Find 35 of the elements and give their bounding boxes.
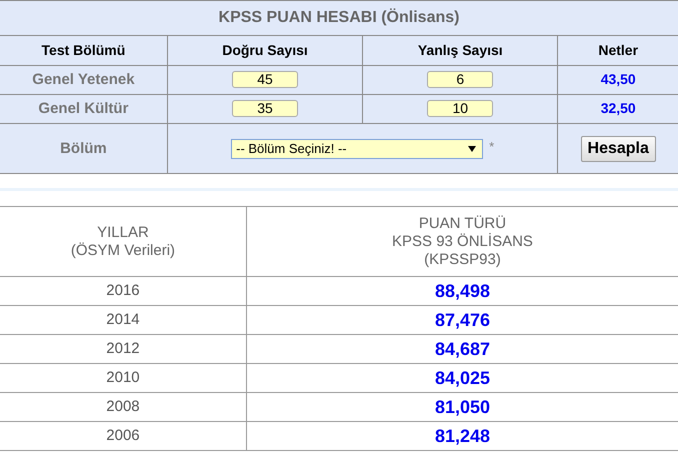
score-value: 84,687 bbox=[434, 338, 490, 358]
column-header: Yanlış Sayısı bbox=[418, 42, 503, 58]
department-label: Bölüm bbox=[60, 140, 107, 156]
wrong-count-field[interactable]: 10 bbox=[427, 100, 494, 117]
score-value: 84,025 bbox=[434, 368, 490, 388]
calculator-title: KPSS PUAN HESABI (Önlisans) bbox=[218, 9, 460, 26]
score-value: 81,248 bbox=[434, 426, 490, 446]
year: 2010 bbox=[106, 369, 140, 386]
wrong-count-field[interactable]: 6 bbox=[427, 70, 494, 88]
year: 2006 bbox=[106, 427, 140, 444]
year: 2012 bbox=[106, 340, 140, 357]
column-header: Netler bbox=[598, 42, 638, 58]
column-header: Test Bölümü bbox=[42, 42, 126, 58]
row-label: Genel Yetenek bbox=[32, 71, 135, 88]
score-value: 88,498 bbox=[434, 280, 490, 300]
column-header: PUAN TÜRÜ bbox=[418, 214, 508, 232]
column-header: Doğru Sayısı bbox=[222, 42, 308, 58]
column-header: (ÖSYM Verileri) bbox=[70, 242, 176, 260]
year: 2008 bbox=[106, 398, 140, 415]
net-score: 32,50 bbox=[600, 100, 636, 116]
correct-count-field[interactable]: 45 bbox=[232, 70, 298, 88]
score-value: 87,476 bbox=[434, 310, 490, 330]
department-select[interactable]: -- Bölüm Seçiniz! -- bbox=[231, 138, 484, 158]
net-score: 43,50 bbox=[600, 71, 636, 87]
row-label: Genel Kültür bbox=[38, 100, 128, 117]
score-value: 81,050 bbox=[434, 396, 490, 416]
column-header: KPSS 93 ÖNLİSANS bbox=[391, 232, 534, 250]
required-mark: * bbox=[489, 138, 494, 154]
calculate-button[interactable]: Hesapla bbox=[580, 136, 656, 162]
column-header: YILLAR bbox=[96, 224, 150, 242]
year: 2016 bbox=[106, 282, 140, 299]
correct-count-field[interactable]: 35 bbox=[232, 100, 298, 117]
caret-icon bbox=[468, 146, 476, 152]
column-header: (KPSSP93) bbox=[423, 250, 502, 268]
year: 2014 bbox=[106, 311, 140, 328]
